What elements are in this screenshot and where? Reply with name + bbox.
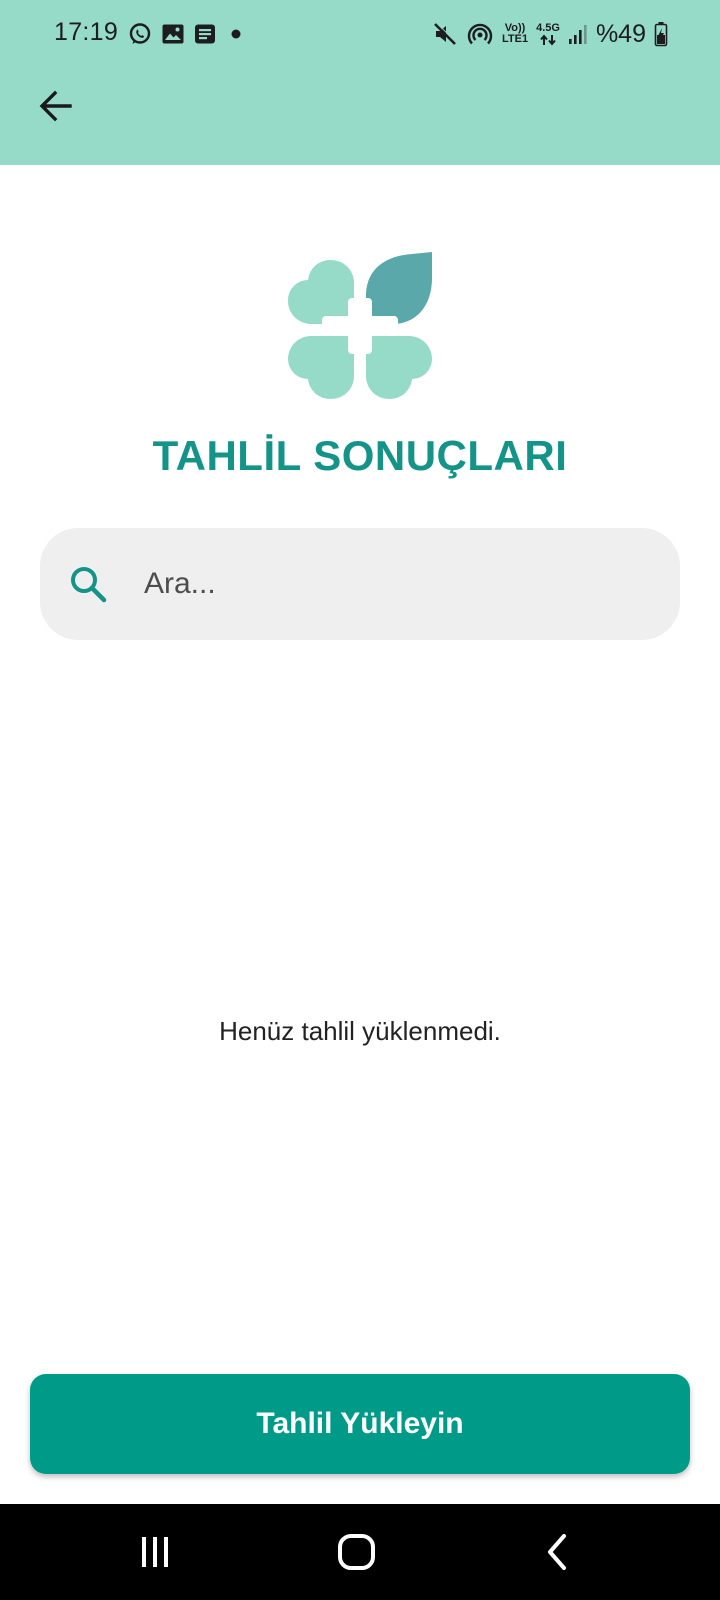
dot-icon <box>231 29 241 39</box>
data-type-label: 4.5G <box>536 21 560 34</box>
system-navigation-bar <box>0 1504 720 1600</box>
network-4g-icon: 4.5G <box>536 21 560 46</box>
volte-icon: Vo)) LTE1 <box>502 23 528 45</box>
status-bar: 17:19 Vo)) LTE1 4.5G %49 <box>0 0 720 70</box>
lte-label: LTE1 <box>502 33 529 45</box>
empty-state-message: Henüz tahlil yüklenmedi. <box>219 1016 501 1046</box>
home-icon <box>338 1534 375 1570</box>
page-title: TAHLİL SONUÇLARI <box>152 432 568 479</box>
recent-apps-button[interactable] <box>95 1504 215 1600</box>
recent-apps-icon <box>142 1537 168 1567</box>
system-back-button[interactable] <box>497 1504 617 1600</box>
app-bar <box>0 70 720 165</box>
home-button[interactable] <box>297 1504 417 1600</box>
clover-cross-logo <box>287 252 432 400</box>
hotspot-icon <box>467 23 493 45</box>
battery-percentage: %49 <box>595 19 646 48</box>
search-input[interactable] <box>144 528 644 640</box>
data-arrows-icon <box>540 33 556 46</box>
whatsapp-icon <box>129 23 151 44</box>
back-button[interactable] <box>30 80 82 132</box>
signal-icon <box>568 25 587 44</box>
battery-icon <box>654 22 668 47</box>
status-system-icons: Vo)) LTE1 4.5G %49 <box>432 16 668 52</box>
mute-icon <box>434 22 457 45</box>
arrow-left-icon <box>39 90 72 122</box>
search-icon[interactable] <box>68 564 108 604</box>
header: 17:19 Vo)) LTE1 4.5G %49 <box>0 0 720 165</box>
message-icon <box>195 24 215 44</box>
gallery-icon <box>162 24 184 44</box>
back-icon <box>548 1534 566 1570</box>
upload-analysis-button[interactable]: Tahlil Yükleyin <box>30 1374 690 1474</box>
search-bar[interactable] <box>40 528 680 640</box>
status-notification-icons <box>128 20 243 48</box>
status-time: 17:19 <box>54 18 119 46</box>
